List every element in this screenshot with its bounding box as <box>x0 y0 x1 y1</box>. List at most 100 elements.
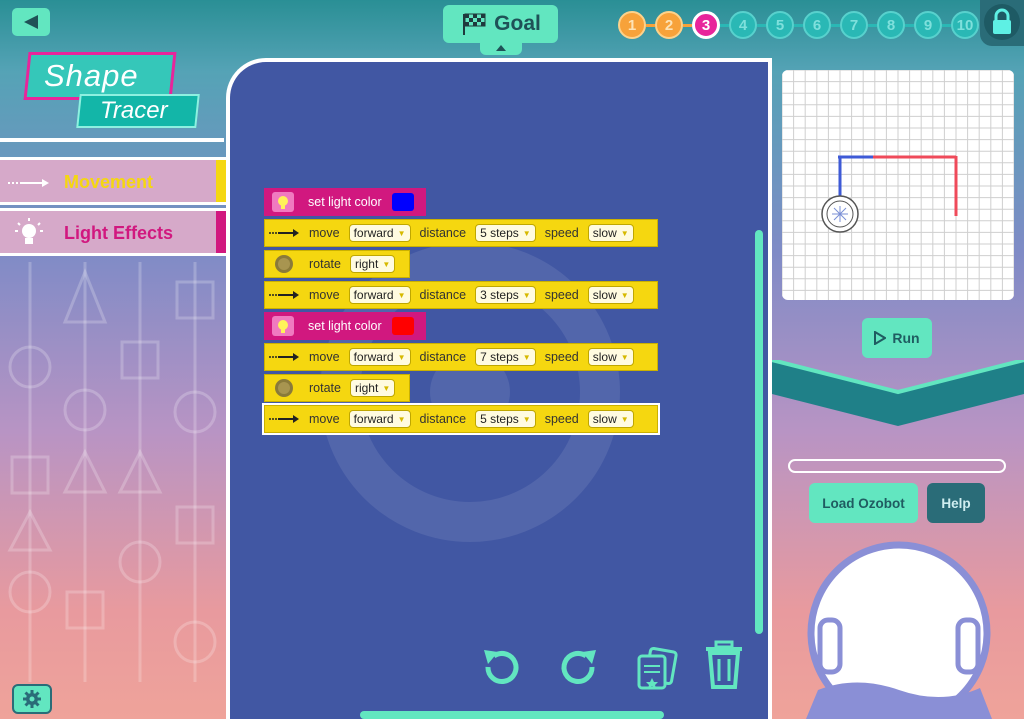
level-4-button[interactable]: 4 <box>729 11 757 39</box>
rotate-direction-dropdown-value: right <box>354 381 379 395</box>
preview-grid <box>782 70 1014 300</box>
back-arrow-icon <box>24 15 38 29</box>
dropdown-caret-icon: ▼ <box>397 228 406 238</box>
direction-dropdown-value: forward <box>353 350 394 364</box>
speed-dropdown[interactable]: slow ▼ <box>587 224 634 242</box>
speed-dropdown[interactable]: slow ▼ <box>587 410 634 428</box>
rotate-block[interactable]: rotate right ▼ <box>264 374 410 402</box>
speed-dropdown[interactable]: slow ▼ <box>587 348 634 366</box>
speed-dropdown-value: slow <box>592 226 617 240</box>
direction-dropdown[interactable]: forward ▼ <box>348 348 411 366</box>
light-block[interactable]: set light color <box>264 312 426 340</box>
move-block[interactable]: move forward ▼ distance 7 steps ▼ speed slow ▼ <box>264 343 658 371</box>
level-2-button[interactable]: 2 <box>655 11 683 39</box>
load-ozobot-button[interactable]: Load Ozobot <box>809 483 918 523</box>
dropdown-caret-icon: ▼ <box>397 352 406 362</box>
settings-button[interactable] <box>12 684 52 714</box>
direction-dropdown[interactable]: forward ▼ <box>348 286 411 304</box>
direction-dropdown-value: forward <box>353 226 394 240</box>
level-7-button[interactable]: 7 <box>840 11 868 39</box>
distance-label: distance <box>419 288 467 302</box>
move-block[interactable]: move forward ▼ distance 5 steps ▼ speed slow ▼ <box>262 403 660 435</box>
redo-icon[interactable] <box>556 644 602 690</box>
arrow-right-icon <box>265 220 303 246</box>
dropdown-caret-icon: ▼ <box>620 290 629 300</box>
speed-dropdown[interactable]: slow ▼ <box>587 286 634 304</box>
run-label: Run <box>892 330 920 346</box>
distance-dropdown[interactable]: 5 steps ▼ <box>475 224 536 242</box>
speed-label: speed <box>544 288 579 302</box>
block-label: move <box>309 226 340 240</box>
rotate-block[interactable]: rotate right ▼ <box>264 250 410 278</box>
color-swatch[interactable] <box>391 193 414 211</box>
trash-icon[interactable] <box>704 640 744 690</box>
distance-dropdown-value: 7 steps <box>480 350 519 364</box>
level-10-button[interactable]: 10 <box>951 11 979 39</box>
level-connector <box>757 23 766 27</box>
category-light-effects[interactable]: Light Effects <box>0 208 226 256</box>
sidebar-decorative-pattern <box>7 262 217 682</box>
distance-dropdown[interactable]: 7 steps ▼ <box>475 348 536 366</box>
lightbulb-icon <box>264 188 302 216</box>
distance-dropdown-value: 3 steps <box>480 288 519 302</box>
workspace-vertical-scrollbar[interactable] <box>755 230 763 634</box>
direction-dropdown-value: forward <box>353 412 394 426</box>
move-block[interactable]: move forward ▼ distance 5 steps ▼ speed slow ▼ <box>264 219 658 247</box>
distance-dropdown[interactable]: 5 steps ▼ <box>475 410 536 428</box>
rotate-direction-dropdown[interactable]: right ▼ <box>349 379 396 397</box>
arrow-right-icon <box>265 282 303 308</box>
arrow-right-icon <box>265 344 303 370</box>
run-button[interactable]: Run <box>862 318 932 358</box>
block-label: move <box>309 412 340 426</box>
help-button[interactable]: Help <box>927 483 985 523</box>
move-block[interactable]: move forward ▼ distance 3 steps ▼ speed slow ▼ <box>264 281 658 309</box>
distance-dropdown[interactable]: 3 steps ▼ <box>475 286 536 304</box>
block-label: move <box>309 288 340 302</box>
light-block[interactable]: set light color <box>264 188 426 216</box>
level-5-button[interactable]: 5 <box>766 11 794 39</box>
speed-label: speed <box>544 412 579 426</box>
level-6-button[interactable]: 6 <box>803 11 831 39</box>
direction-dropdown[interactable]: forward ▼ <box>348 410 411 428</box>
play-icon <box>874 331 887 345</box>
category-color-bar <box>216 211 226 253</box>
level-connector <box>794 23 803 27</box>
dropdown-caret-icon: ▼ <box>382 383 391 393</box>
level-9-button[interactable]: 9 <box>914 11 942 39</box>
color-swatch[interactable] <box>391 317 414 335</box>
lightbulb-icon <box>15 218 43 244</box>
dropdown-caret-icon: ▼ <box>620 352 629 362</box>
undo-icon[interactable] <box>478 644 524 690</box>
level-connector <box>868 23 877 27</box>
preview-canvas <box>782 70 1014 300</box>
gear-icon <box>23 690 41 708</box>
logo-word-tracer: Tracer <box>100 97 168 124</box>
level-connector <box>646 23 655 27</box>
arrow-right-icon <box>265 406 303 432</box>
level-connector <box>905 23 914 27</box>
level-selector: 1 2 3 4 5 6 7 8 9 10 <box>618 10 979 40</box>
category-color-bar <box>216 160 226 202</box>
category-movement[interactable]: Movement <box>0 157 226 205</box>
level-1-button[interactable]: 1 <box>618 11 646 39</box>
level-3-button[interactable]: 3 <box>692 11 720 39</box>
copy-cards-icon[interactable] <box>634 646 680 692</box>
back-button[interactable] <box>12 8 50 36</box>
level-8-button[interactable]: 8 <box>877 11 905 39</box>
goal-expand-tab[interactable] <box>480 42 522 55</box>
goal-button[interactable]: Goal <box>443 5 558 43</box>
rotate-direction-dropdown[interactable]: right ▼ <box>349 255 396 273</box>
dropdown-caret-icon: ▼ <box>397 290 406 300</box>
direction-dropdown[interactable]: forward ▼ <box>348 224 411 242</box>
dropdown-caret-icon: ▼ <box>522 228 531 238</box>
dropdown-caret-icon: ▼ <box>382 259 391 269</box>
caret-up-icon <box>496 45 506 51</box>
logo-word-shape: Shape <box>44 58 139 93</box>
distance-label: distance <box>419 412 467 426</box>
goal-label: Goal <box>494 12 541 35</box>
workspace-horizontal-scrollbar[interactable] <box>360 711 664 719</box>
lock-button[interactable] <box>980 0 1024 46</box>
speed-label: speed <box>544 350 579 364</box>
dropdown-caret-icon: ▼ <box>620 414 629 424</box>
logo-underline <box>0 138 224 142</box>
